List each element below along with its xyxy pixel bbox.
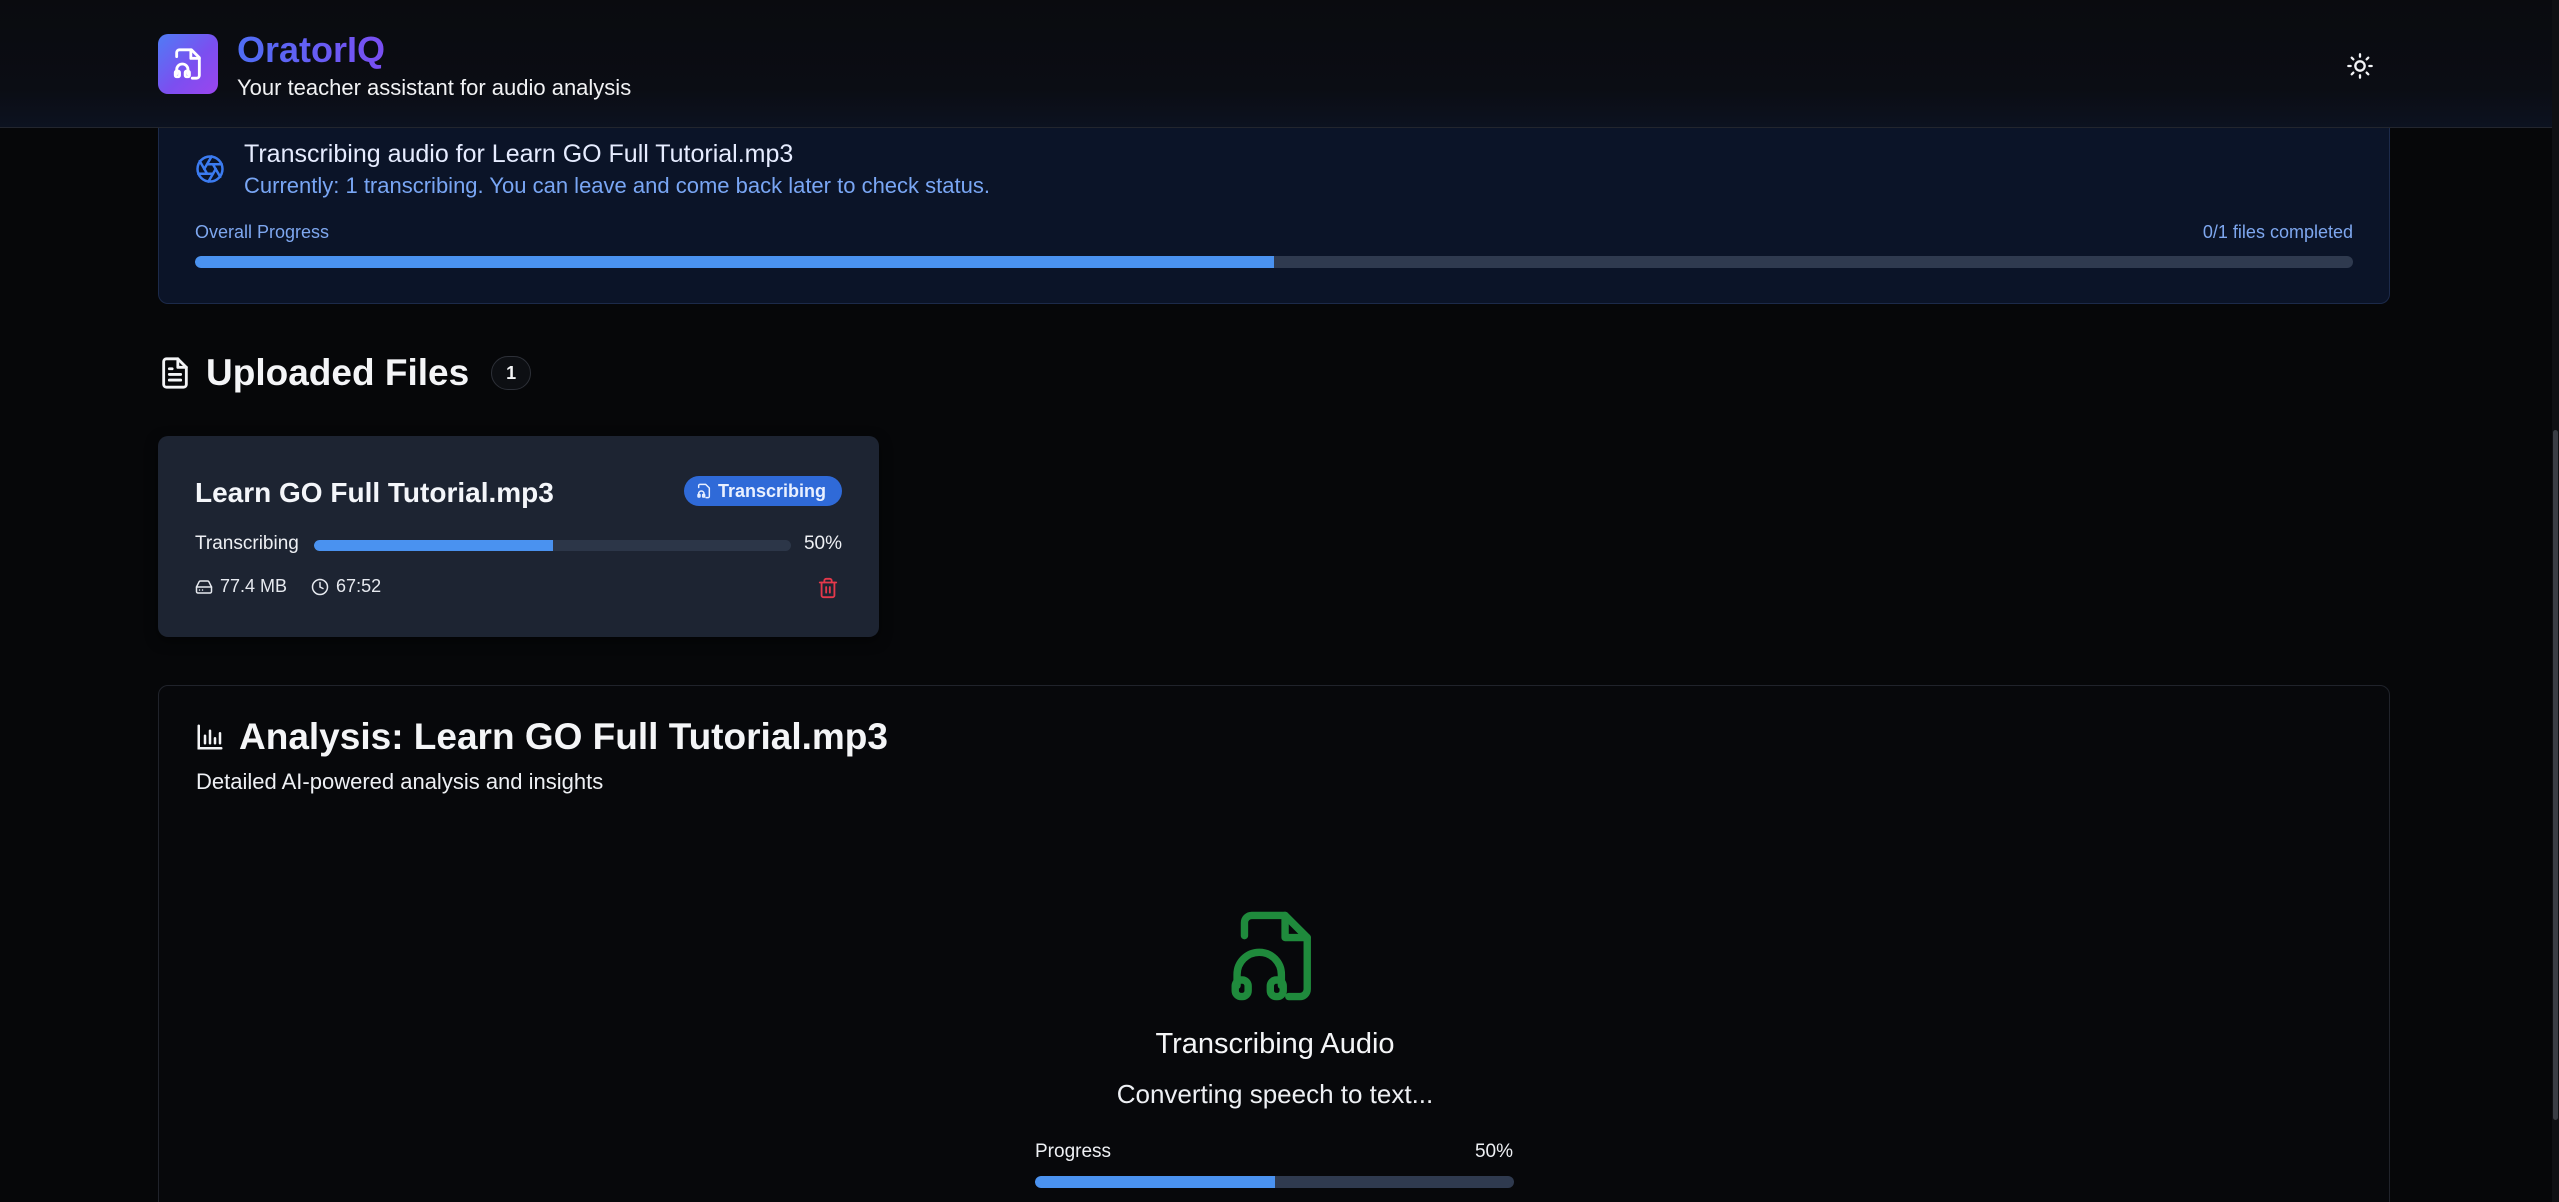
analysis-progress-bar	[1035, 1176, 1514, 1188]
analysis-panel: Analysis: Learn GO Full Tutorial.mp3 Det…	[158, 685, 2390, 1202]
uploaded-files-title: Uploaded Files	[206, 352, 470, 393]
analysis-subtitle: Detailed AI-powered analysis and insight…	[196, 769, 604, 794]
uploaded-files-heading: Uploaded Files 1	[158, 352, 532, 394]
file-name: Learn GO Full Tutorial.mp3	[195, 477, 554, 508]
status-badge: Transcribing	[683, 476, 842, 506]
file-count-badge: 1	[491, 356, 532, 390]
files-completed-count: 0/1 files completed	[2202, 222, 2353, 242]
app-logo[interactable]	[158, 34, 218, 94]
overall-progress-fill	[195, 256, 1274, 268]
file-progress-percent: 50%	[803, 533, 842, 554]
status-badge-label: Transcribing	[717, 480, 826, 501]
theme-toggle-button[interactable]	[2342, 48, 2378, 84]
sun-icon	[2347, 53, 2373, 79]
page-scrollbar[interactable]	[2552, 0, 2559, 1202]
delete-file-button[interactable]	[813, 573, 843, 603]
file-duration-value: 67:52	[336, 576, 382, 596]
file-progress-label: Transcribing	[195, 533, 299, 554]
file-headphones-icon	[1231, 911, 1311, 1001]
app-page: OratorIQ Your teacher assistant for audi…	[0, 0, 2559, 1202]
trash-icon	[818, 577, 838, 599]
analysis-progress-percent: 50%	[1474, 1141, 1513, 1162]
analysis-heading: Analysis: Learn GO Full Tutorial.mp3	[195, 716, 888, 758]
app-name: OratorIQ	[237, 29, 386, 70]
bar-chart-icon	[197, 724, 223, 750]
document-icon	[162, 357, 188, 389]
analysis-progress-label: Progress	[1035, 1141, 1112, 1162]
overall-progress-bar	[195, 256, 2353, 268]
analysis-progress-fill	[1035, 1176, 1275, 1188]
banner-subtitle: Currently: 1 transcribing. You can leave…	[244, 173, 990, 198]
banner-title: Transcribing audio for Learn GO Full Tut…	[244, 140, 794, 168]
file-meta: 77.4 MB 67:52	[195, 576, 381, 597]
file-headphones-icon	[173, 48, 201, 80]
loader-icon	[196, 155, 224, 183]
file-card[interactable]: Learn GO Full Tutorial.mp3 Transcribing …	[158, 436, 879, 637]
analysis-title: Analysis: Learn GO Full Tutorial.mp3	[239, 716, 888, 757]
clock-icon	[311, 578, 329, 595]
transcription-status-banner: Transcribing audio for Learn GO Full Tut…	[158, 124, 2390, 304]
file-size: 77.4 MB	[195, 576, 287, 597]
file-progress-bar	[314, 540, 791, 551]
overall-progress-label: Overall Progress	[195, 222, 330, 242]
file-progress-fill	[314, 540, 553, 551]
scrollbar-thumb[interactable]	[2553, 430, 2558, 1120]
app-header: OratorIQ Your teacher assistant for audi…	[0, 0, 2552, 128]
file-headphones-icon	[697, 483, 711, 499]
file-duration: 67:52	[311, 576, 381, 597]
analysis-state-subtitle: Converting speech to text...	[1116, 1079, 1434, 1109]
file-size-value: 77.4 MB	[220, 576, 288, 596]
hard-drive-icon	[195, 579, 213, 594]
analysis-state-title: Transcribing Audio	[1155, 1028, 1395, 1060]
app-tagline: Your teacher assistant for audio analysi…	[237, 75, 632, 100]
